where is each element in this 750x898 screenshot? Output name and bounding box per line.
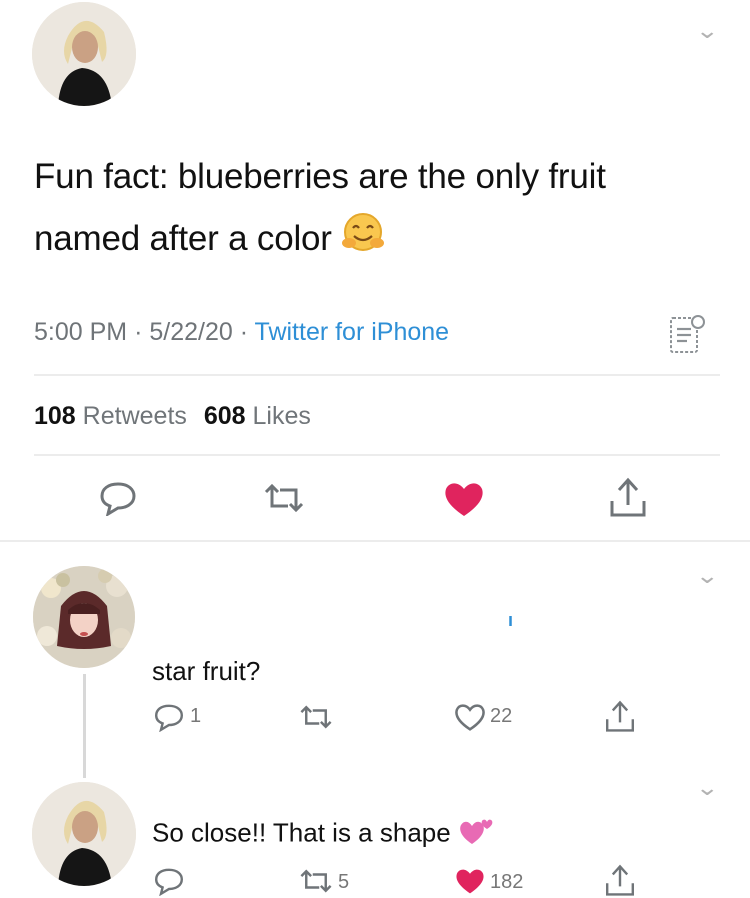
caret-down-icon[interactable]: ⌄ (695, 775, 719, 801)
reply2-text-row: So close!! That is a shape (152, 816, 496, 853)
divider (0, 540, 750, 542)
likes-label[interactable]: Likes (253, 402, 311, 430)
like-icon[interactable] (452, 700, 488, 734)
like-icon-filled[interactable] (440, 478, 488, 520)
tweet-date: 5/22/20 (149, 318, 233, 346)
reply-icon[interactable] (152, 866, 186, 896)
reply1-avatar[interactable] (33, 566, 135, 668)
analytics-icon[interactable] (668, 312, 708, 356)
thread-line (83, 674, 86, 778)
share-icon[interactable] (606, 474, 650, 520)
divider (34, 454, 720, 456)
meta-separator: · (239, 318, 249, 346)
divider (34, 374, 720, 376)
tweet-stats: 108 Retweets 608 Likes (34, 402, 311, 431)
tweet-text-line-1: Fun fact: blueberries are the only fruit (34, 157, 606, 196)
share-icon[interactable] (602, 864, 638, 896)
reply2-text: So close!! That is a shape (152, 817, 451, 848)
reply1-like-count: 22 (490, 705, 513, 727)
hugging-face-emoji (341, 210, 387, 272)
reply1-text: star fruit? (152, 656, 261, 686)
reply-icon[interactable] (152, 700, 186, 734)
retweets-count[interactable]: 108 (34, 402, 76, 430)
tweet-text-line-2: named after a color (34, 219, 332, 258)
caret-down-icon[interactable]: ⌄ (695, 563, 719, 589)
tweet-time: 5:00 PM (34, 318, 128, 346)
tweet-source-link[interactable]: Twitter for iPhone (255, 318, 450, 346)
caret-down-icon[interactable]: ⌄ (695, 18, 719, 44)
tweet-meta: 5:00 PM · 5/22/20 · Twitter for iPhone (34, 318, 449, 347)
retweet-icon[interactable] (296, 700, 336, 734)
likes-count[interactable]: 608 (204, 402, 246, 430)
retweet-icon[interactable] (260, 478, 308, 518)
reply1-reply-count: 1 (190, 705, 202, 727)
retweet-icon[interactable] (296, 866, 336, 896)
author-avatar[interactable] (32, 2, 136, 106)
reply2-avatar[interactable] (32, 782, 136, 886)
tweet-text: Fun fact: blueberries are the only fruit… (34, 146, 734, 272)
reply2-retweet-count: 5 (338, 871, 350, 893)
share-icon[interactable] (602, 696, 638, 736)
meta-separator: · (134, 318, 143, 346)
like-icon-filled[interactable] (452, 866, 488, 896)
retweets-label[interactable]: Retweets (83, 402, 187, 430)
two-hearts-emoji (458, 816, 496, 853)
reply2-like-count: 182 (490, 871, 524, 893)
reply1-marker: ı (508, 610, 514, 630)
reply-icon[interactable] (96, 478, 140, 518)
